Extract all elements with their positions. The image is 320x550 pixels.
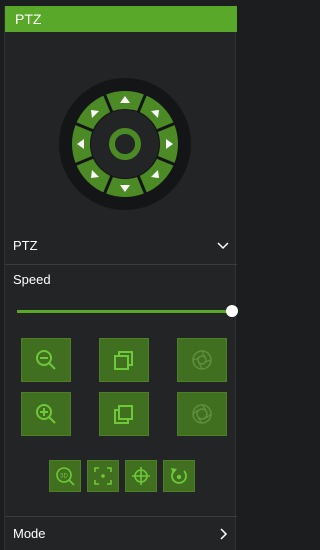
iris-icon: [192, 350, 212, 370]
3d-zoom-button[interactable]: 3D: [49, 460, 81, 492]
reset-button[interactable]: [163, 460, 195, 492]
zoom-in-button[interactable]: [21, 392, 71, 436]
svg-text:3D: 3D: [60, 474, 68, 480]
3d-zoom-icon: 3D: [56, 467, 75, 486]
divider: [5, 516, 237, 517]
speed-slider-track[interactable]: [17, 310, 231, 313]
chevron-right-icon: [220, 528, 228, 540]
panel-title: PTZ: [15, 11, 42, 27]
focus-near-button[interactable]: [99, 338, 149, 382]
ptz-row-label: PTZ: [13, 238, 38, 253]
focus-window-alt-icon: [114, 405, 133, 424]
speed-label: Speed: [13, 272, 51, 287]
zoom-in-icon: [36, 404, 56, 424]
iris-open-button[interactable]: [177, 338, 227, 382]
speed-slider-thumb[interactable]: [226, 305, 238, 317]
direction-dial[interactable]: [57, 76, 193, 212]
ptz-panel: PTZ PTZ Speed 3D Mode: [4, 6, 238, 550]
focus-far-button[interactable]: [99, 392, 149, 436]
focus-window-icon: [114, 351, 133, 370]
mode-row-label: Mode: [13, 526, 46, 541]
divider: [5, 264, 237, 265]
zoom-out-icon: [36, 350, 56, 370]
center-target-button[interactable]: [125, 460, 157, 492]
fit-frame-button[interactable]: [87, 460, 119, 492]
mode-row[interactable]: Mode: [5, 520, 237, 548]
panel-header: PTZ: [5, 6, 237, 32]
center-target-icon: [132, 467, 150, 485]
ptz-row[interactable]: PTZ: [5, 234, 237, 260]
iris-close-button[interactable]: [177, 392, 227, 436]
reset-icon: [171, 468, 187, 484]
iris-alt-icon: [192, 404, 212, 424]
chevron-down-icon: [217, 242, 229, 250]
zoom-out-button[interactable]: [21, 338, 71, 382]
fit-frame-icon: [94, 467, 112, 485]
